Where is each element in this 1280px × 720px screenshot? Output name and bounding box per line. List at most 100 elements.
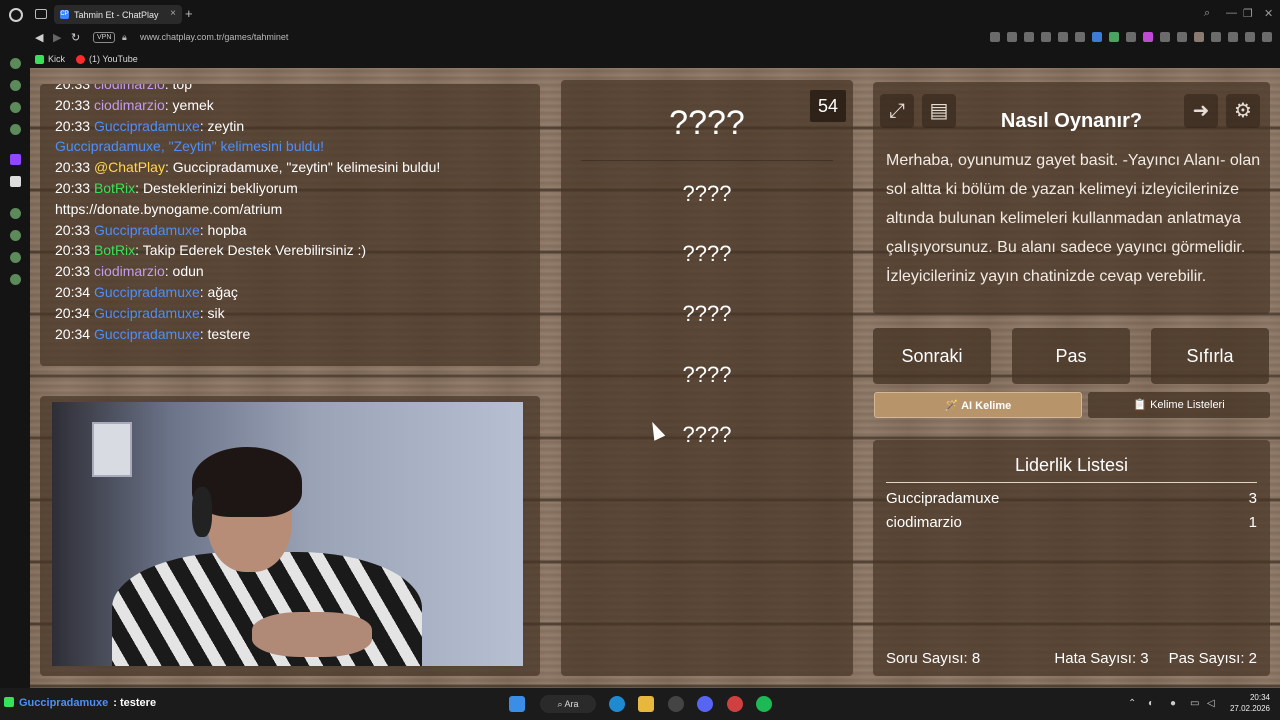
extension-icon[interactable] — [1228, 32, 1238, 42]
divider — [581, 160, 833, 161]
app-icon[interactable] — [727, 696, 743, 712]
menu-icon[interactable] — [1262, 32, 1272, 42]
chat-message: : Desteklerinizi bekliyorum — [135, 179, 298, 196]
bookmarks-bar: Kick (1) YouTube — [30, 50, 1280, 68]
mic-icon[interactable]: ● — [1170, 698, 1176, 709]
question-count: Soru Sayısı: 8 — [886, 650, 981, 667]
pass-count: Pas Sayısı: 2 — [1168, 650, 1257, 667]
profile-avatar[interactable] — [1194, 32, 1204, 42]
close-window-icon[interactable]: ✕ — [1264, 7, 1273, 20]
extension-icon[interactable] — [990, 32, 1000, 42]
chat-message: : top — [164, 84, 192, 92]
extension-icon[interactable] — [1041, 32, 1051, 42]
extension-icon[interactable] — [1007, 32, 1017, 42]
chat-username[interactable]: BotRix — [94, 242, 135, 258]
person-hand — [252, 612, 372, 657]
settings-icon[interactable] — [10, 274, 21, 285]
chat-username[interactable]: Guccipradamuxe — [94, 118, 200, 134]
network-icon[interactable]: ▭ — [1190, 698, 1199, 709]
minimize-icon[interactable]: — — [1226, 7, 1237, 19]
sidebar-app-icon[interactable] — [10, 80, 21, 91]
chat-line: 20:34 Guccipradamuxe: ağaç — [55, 282, 535, 303]
extension-icon[interactable] — [1126, 32, 1136, 42]
forward-icon[interactable]: ▶ — [53, 31, 61, 44]
pass-button[interactable]: Pas — [1012, 328, 1130, 384]
clock[interactable]: 20:34 27.02.2026 — [1230, 692, 1270, 714]
search-icon[interactable]: ⌕ — [1204, 7, 1210, 20]
player-name: Guccipradamuxe — [886, 490, 1000, 507]
volume-icon[interactable]: ◁ — [1207, 698, 1215, 709]
extension-icon[interactable] — [1092, 32, 1102, 42]
reset-button[interactable]: Sıfırla — [1151, 328, 1269, 384]
chat-username[interactable]: ciodimarzio — [94, 84, 165, 92]
twitch-icon[interactable] — [10, 154, 21, 165]
chat-messages: 20:33 ciodimarzio: top 20:33 ciodimarzio:… — [55, 84, 535, 344]
bookmark-youtube[interactable]: (1) YouTube — [76, 54, 138, 64]
url-field[interactable]: www.chatplay.com.tr/games/tahminet — [140, 32, 288, 42]
chat-timestamp: 20:33 — [55, 179, 94, 196]
ai-word-button[interactable]: 🪄 AI Kelime — [874, 392, 1082, 418]
headset — [192, 487, 212, 537]
browser-tab[interactable]: CP Tahmin Et - ChatPlay × — [54, 5, 182, 24]
chat-username[interactable]: Guccipradamuxe — [94, 284, 200, 300]
bookmark-kick[interactable]: Kick — [35, 54, 65, 64]
vpn-badge[interactable]: VPN — [93, 32, 116, 43]
maximize-icon[interactable]: ❐ — [1243, 7, 1253, 20]
gear-icon[interactable]: ⚙ — [1226, 94, 1260, 128]
browser-titlebar: CP Tahmin Et - ChatPlay × + ⌕ — ❐ ✕ — [0, 0, 1280, 28]
extension-icon[interactable] — [1058, 32, 1068, 42]
clock-icon[interactable] — [10, 230, 21, 241]
browser-logo-icon[interactable] — [9, 8, 23, 22]
extension-icon[interactable] — [1143, 32, 1153, 42]
chat-username[interactable]: @ChatPlay — [94, 159, 165, 175]
new-tab-button[interactable]: + — [185, 6, 193, 21]
close-tab-icon[interactable]: × — [170, 8, 176, 19]
file-explorer-icon[interactable] — [638, 696, 654, 712]
sidebar-app-icon[interactable] — [10, 252, 21, 263]
chat-timestamp: 20:33 — [55, 159, 94, 176]
leaderboard-panel: Liderlik Listesi Guccipradamuxe 3 ciodim… — [873, 440, 1270, 676]
extensions-bar — [990, 32, 1272, 42]
extension-icon[interactable] — [1211, 32, 1221, 42]
chat-username[interactable]: Guccipradamuxe — [94, 222, 200, 238]
chat-username[interactable]: Guccipradamuxe, "Zeytin" kelimesini buld… — [55, 138, 324, 154]
chat-username[interactable]: BotRix — [94, 180, 135, 196]
chat-username[interactable]: Guccipradamuxe — [94, 305, 200, 321]
extension-icon[interactable] — [1024, 32, 1034, 42]
x-icon[interactable] — [10, 176, 21, 187]
back-icon[interactable]: ◀ — [35, 31, 43, 44]
chat-line: 20:33 Guccipradamuxe: zeytin — [55, 116, 535, 137]
extension-icon[interactable] — [1177, 32, 1187, 42]
chat-username[interactable]: ciodimarzio — [94, 97, 165, 113]
sidebar-app-icon[interactable] — [10, 208, 21, 219]
edge-icon[interactable] — [609, 696, 625, 712]
chat-timestamp: 20:33 — [55, 242, 94, 259]
extension-icon[interactable] — [1245, 32, 1255, 42]
sidebar-app-icon[interactable] — [10, 58, 21, 69]
sidebar-app-icon[interactable] — [10, 124, 21, 135]
word-lists-button[interactable]: 📋 Kelime Listeleri — [1088, 392, 1270, 418]
reload-icon[interactable]: ↻ — [71, 31, 80, 44]
exit-icon[interactable]: ➜ — [1184, 94, 1218, 128]
sidebar-app-icon[interactable] — [10, 102, 21, 113]
extension-icon[interactable] — [1160, 32, 1170, 42]
stream-chat-overlay: Guccipradamuxe : testere — [4, 697, 156, 709]
forbidden-word: ???? — [682, 422, 732, 447]
spotify-icon[interactable] — [756, 696, 772, 712]
chevron-up-icon[interactable]: ⌃ — [1128, 698, 1136, 709]
opera-gx-icon[interactable] — [668, 696, 684, 712]
taskbar-search[interactable]: ⌕ Ara — [540, 695, 596, 713]
extension-icon[interactable] — [1109, 32, 1119, 42]
windows-start-icon[interactable] — [509, 696, 525, 712]
tray-app-icon[interactable]: ◐ — [1148, 698, 1154, 709]
chat-username[interactable]: ciodimarzio — [94, 263, 165, 279]
chat-line: 20:33 ciodimarzio: odun — [55, 261, 535, 282]
tab-manager-icon[interactable] — [35, 9, 47, 19]
chat-username[interactable]: Guccipradamuxe — [94, 326, 200, 342]
discord-icon[interactable] — [697, 696, 713, 712]
extension-icon[interactable] — [1075, 32, 1085, 42]
chat-message: : ağaç — [199, 283, 238, 300]
chat-message: : Guccipradamuxe, "zeytin" kelimesini bu… — [164, 159, 441, 176]
chat-message: : Takip Ederek Destek Verebilirsiniz :) — [135, 242, 367, 259]
next-button[interactable]: Sonraki — [873, 328, 991, 384]
